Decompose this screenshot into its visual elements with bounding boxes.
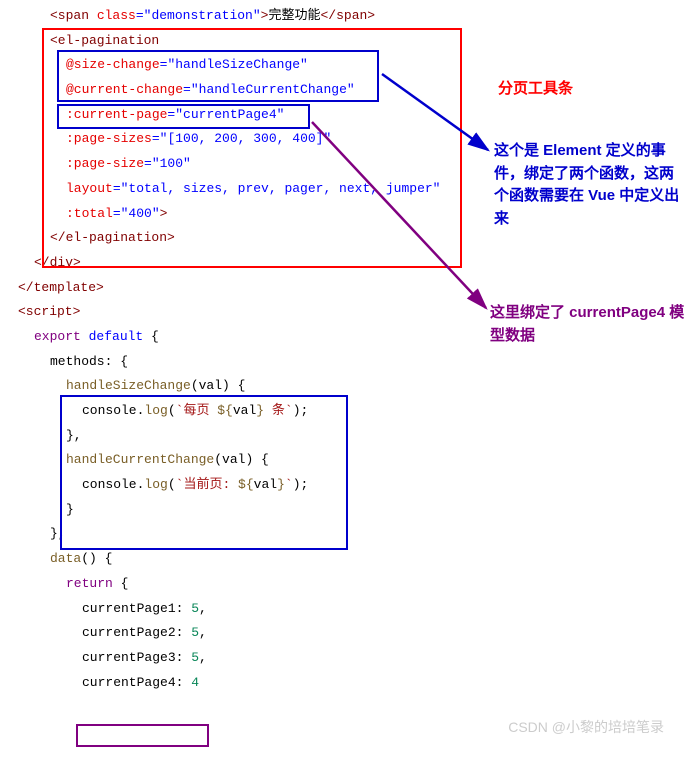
code-line: <span class="demonstration">完整功能</span> (18, 4, 684, 29)
code-line: :current-page="currentPage4" (18, 103, 684, 128)
code-line: handleCurrentChange(val) { (18, 448, 684, 473)
code-line: @current-change="handleCurrentChange" (18, 78, 684, 103)
annotation-title: 分页工具条 (498, 78, 573, 101)
code-line: }, (18, 424, 684, 449)
annotation-blue: 这个是 Element 定义的事件，绑定了两个函数，这两个函数需要在 Vue 中… (494, 140, 684, 230)
code-line: </template> (18, 276, 684, 301)
code-line: }, (18, 522, 684, 547)
code-line: methods: { (18, 350, 684, 375)
code-line: @size-change="handleSizeChange" (18, 53, 684, 78)
purple-highlight-box (76, 724, 209, 747)
code-line: console.log(`当前页: ${val}`); (18, 473, 684, 498)
code-line: } (18, 498, 684, 523)
watermark: CSDN @小黎的培培笔录 (508, 714, 664, 741)
code-line: currentPage1: 5, (18, 597, 684, 622)
code-line: </div> (18, 251, 684, 276)
code-line: console.log(`每页 ${val} 条`); (18, 399, 684, 424)
code-block: <span class="demonstration">完整功能</span> … (0, 0, 684, 695)
code-line: <el-pagination (18, 29, 684, 54)
code-line: currentPage2: 5, (18, 621, 684, 646)
code-line: return { (18, 572, 684, 597)
code-line: handleSizeChange(val) { (18, 374, 684, 399)
annotation-purple: 这里绑定了 currentPage4 模型数据 (490, 302, 684, 347)
code-line: currentPage3: 5, (18, 646, 684, 671)
code-line: currentPage4: 4 (18, 671, 684, 696)
code-line: data() { (18, 547, 684, 572)
